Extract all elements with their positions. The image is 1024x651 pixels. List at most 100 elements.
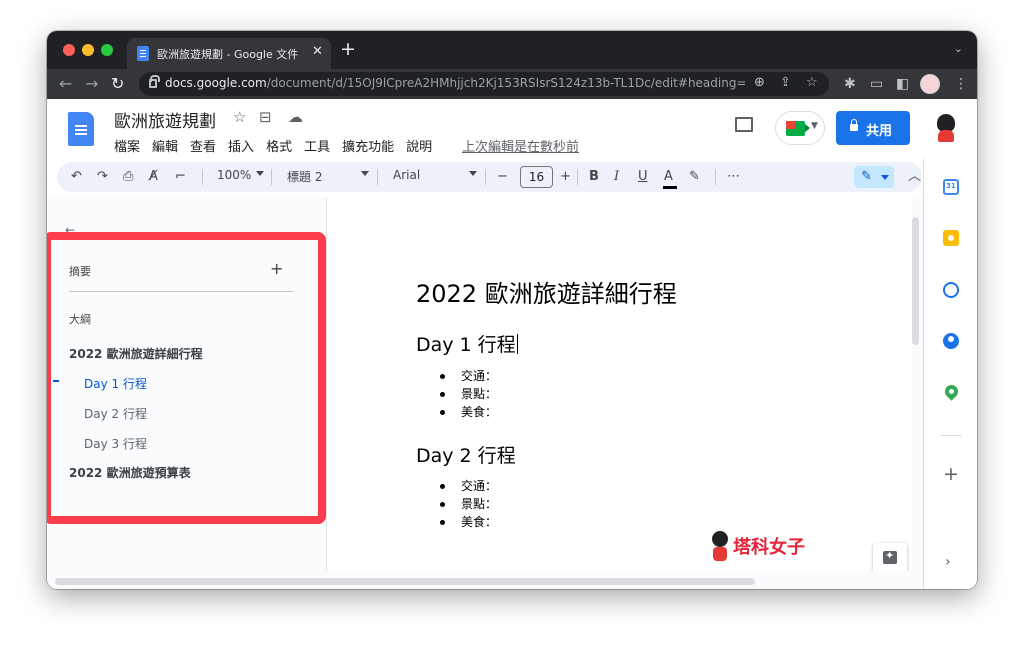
expand-side-panel-icon[interactable]: › <box>945 554 951 570</box>
close-window-button[interactable] <box>63 44 75 56</box>
bookmark-star-icon[interactable]: ☆ <box>806 75 818 90</box>
day2-heading: Day 2 行程 <box>416 445 516 467</box>
paint-format-icon[interactable]: ⌐ <box>175 168 186 186</box>
minimize-window-button[interactable] <box>82 44 94 56</box>
tab-close-icon[interactable]: ✕ <box>312 44 323 59</box>
zoom-icon[interactable]: ⊕ <box>754 75 765 90</box>
add-addon-icon[interactable]: + <box>943 465 959 484</box>
more-options-button[interactable]: ⋯ <box>727 168 740 186</box>
browser-tab[interactable]: 歐洲旅遊規劃 - Google 文件 ✕ <box>127 38 331 69</box>
tab-title: 歐洲旅遊規劃 - Google 文件 <box>157 48 299 61</box>
new-tab-button[interactable]: + <box>340 40 356 59</box>
docs-logo-icon[interactable] <box>68 112 94 146</box>
decrease-font-size-button[interactable]: − <box>497 168 508 186</box>
toolbar-divider <box>485 169 486 185</box>
day1-heading-text: Day 1 行程 <box>416 334 516 356</box>
font-size-input[interactable]: 16 <box>520 166 553 188</box>
extensions-icon[interactable]: ✱ <box>844 76 856 92</box>
formatting-toolbar: ↶ ↷ ⎙ A̸ ⌐ 100% 標題 2 Arial − 16 + B I U … <box>57 162 922 192</box>
menu-view[interactable]: 查看 <box>190 136 216 155</box>
keep-icon[interactable] <box>943 230 959 246</box>
browser-profile-avatar[interactable] <box>920 74 940 94</box>
user-avatar[interactable] <box>929 110 963 144</box>
url-text: docs.google.com/document/d/15OJ9lCpreA2H… <box>165 76 745 90</box>
meet-icon <box>786 121 810 136</box>
tab-strip: 歐洲旅遊規劃 - Google 文件 ✕ + ⌄ <box>47 31 977 69</box>
cast-icon[interactable]: ▭ <box>870 76 883 92</box>
maximize-window-button[interactable] <box>101 44 113 56</box>
collapse-menus-icon[interactable]: ︿ <box>908 168 921 186</box>
zoom-select[interactable]: 100% <box>217 168 251 182</box>
star-icon[interactable]: ☆ <box>233 108 246 126</box>
day2-bullet-food: 美食： <box>461 515 498 529</box>
edit-mode-caret-icon <box>881 175 889 180</box>
url-host: docs.google.com <box>165 76 267 90</box>
highlight-pen-icon[interactable]: ✎ <box>689 168 700 186</box>
cloud-status-icon[interactable]: ☁ <box>288 108 303 126</box>
side-panel-icon[interactable]: ◧ <box>896 76 909 92</box>
comment-history-icon[interactable] <box>735 117 753 132</box>
forward-arrow-icon[interactable]: → <box>85 74 98 94</box>
bullet-marker <box>440 410 445 415</box>
menu-edit[interactable]: 編輯 <box>152 136 178 155</box>
spellcheck-icon[interactable]: A̸ <box>149 168 158 186</box>
menu-bar: 檔案 編輯 查看 插入 格式 工具 擴充功能 說明 <box>114 136 444 155</box>
text-color-swatch <box>663 186 677 189</box>
bullet-marker <box>440 484 445 489</box>
toolbar-divider <box>202 169 203 185</box>
redo-icon[interactable]: ↷ <box>97 168 108 186</box>
back-arrow-icon[interactable]: ← <box>59 74 72 94</box>
print-icon[interactable]: ⎙ <box>123 168 133 186</box>
increase-font-size-button[interactable]: + <box>560 168 571 186</box>
maps-icon[interactable] <box>942 382 961 401</box>
annotation-highlight-box <box>47 232 326 524</box>
italic-button[interactable]: I <box>614 168 619 186</box>
lock-icon <box>149 75 160 88</box>
document-outline-panel: ← 摘要 + 大綱 2022 歐洲旅遊詳細行程 Day 1 行程 Day 2 行… <box>47 197 326 571</box>
watermark-logo <box>710 531 730 565</box>
share-page-icon[interactable]: ⇪ <box>780 75 791 90</box>
bullet-marker <box>440 520 445 525</box>
docs-favicon-icon <box>137 46 149 61</box>
menu-extensions[interactable]: 擴充功能 <box>342 136 394 155</box>
document-title[interactable]: 歐洲旅遊規劃 <box>114 107 216 132</box>
bold-button[interactable]: B <box>589 168 599 186</box>
editing-mode-button[interactable]: ✎ <box>854 166 894 188</box>
style-caret-icon <box>361 171 369 176</box>
browser-menu-icon[interactable]: ⋮ <box>954 76 968 92</box>
day2-bullet-transport: 交通： <box>461 479 498 493</box>
docs-header: 歐洲旅遊規劃 ☆ ⊟ ☁ 檔案 編輯 查看 插入 格式 工具 擴充功能 說明 上… <box>47 99 977 159</box>
horizontal-scroll-track <box>47 571 923 589</box>
address-bar: ← → ↻ docs.google.com/document/d/15OJ9lC… <box>47 69 977 99</box>
menu-format[interactable]: 格式 <box>266 136 292 155</box>
menu-insert[interactable]: 插入 <box>228 136 254 155</box>
menu-tools[interactable]: 工具 <box>304 136 330 155</box>
move-folder-icon[interactable]: ⊟ <box>259 108 272 126</box>
contacts-icon[interactable] <box>943 333 959 349</box>
share-lock-icon <box>850 119 858 131</box>
tab-search-chevron-icon[interactable]: ⌄ <box>954 42 963 55</box>
horizontal-scrollbar[interactable] <box>55 578 755 585</box>
tasks-icon[interactable] <box>943 282 959 298</box>
undo-icon[interactable]: ↶ <box>71 168 82 186</box>
document-page[interactable]: 2022 歐洲旅遊詳細行程 Day 1 行程 交通： 景點： 美食： Day 2… <box>326 197 912 575</box>
zoom-caret-icon <box>256 171 264 176</box>
watermark-text: 塔科女子 <box>733 537 805 558</box>
underline-button[interactable]: U <box>638 168 648 186</box>
vertical-scrollbar[interactable] <box>912 217 919 345</box>
font-select[interactable]: Arial <box>393 168 420 182</box>
menu-help[interactable]: 說明 <box>406 136 432 155</box>
text-color-button[interactable]: A <box>664 168 673 186</box>
style-select[interactable]: 標題 2 <box>287 168 322 185</box>
meet-dropdown-icon: ▼ <box>811 121 818 131</box>
calendar-icon[interactable] <box>943 179 959 195</box>
url-input[interactable]: docs.google.com/document/d/15OJ9lCpreA2H… <box>139 72 829 96</box>
share-button[interactable]: 共用 <box>836 111 910 145</box>
document-heading: 2022 歐洲旅遊詳細行程 <box>416 280 677 308</box>
bullet-marker <box>440 374 445 379</box>
menu-file[interactable]: 檔案 <box>114 136 140 155</box>
meet-button[interactable]: ▼ <box>775 111 825 145</box>
reload-icon[interactable]: ↻ <box>111 74 124 94</box>
day2-bullet-sights: 景點： <box>461 497 498 511</box>
last-edit-link[interactable]: 上次編輯是在數秒前 <box>462 136 579 155</box>
